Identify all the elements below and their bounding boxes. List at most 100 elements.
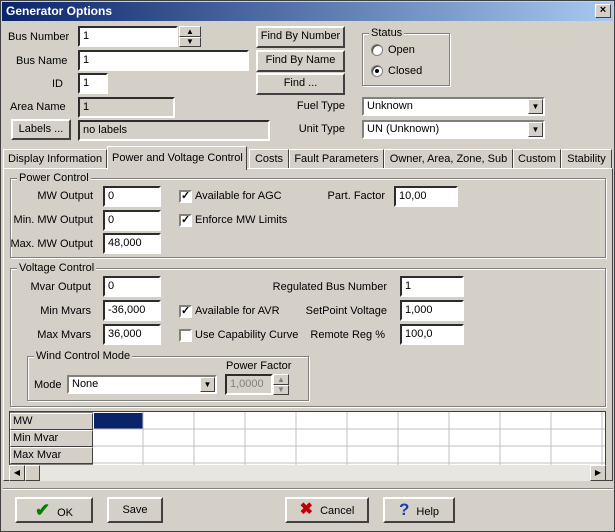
tab-custom[interactable]: Custom — [513, 149, 561, 169]
status-group: Status Open Closed — [362, 26, 450, 86]
ok-button-label: OK — [57, 507, 74, 519]
generator-options-window: Generator Options × Bus Number 1 ▲ ▼ Bus… — [0, 0, 615, 532]
find-by-name-button[interactable]: Find By Name — [256, 50, 345, 72]
find-button[interactable]: Find ... — [256, 73, 345, 95]
spin-down-icon[interactable]: ▼ — [179, 37, 201, 47]
wind-control-caption: Wind Control Mode — [34, 349, 133, 363]
unit-type-select[interactable]: UN (Unknown) ▼ — [362, 120, 545, 139]
grid-horizontal-scrollbar[interactable]: ◀ ▶ — [9, 465, 606, 481]
radio-selected-dot — [375, 69, 379, 73]
grid-row-header-min-mvar: Min Mvar — [10, 430, 93, 447]
tab-costs[interactable]: Costs — [249, 149, 289, 169]
min-mw-output-label: Min. MW Output — [13, 214, 93, 226]
max-mw-output-label: Max. MW Output — [10, 238, 93, 250]
min-mvars-label: Min Mvars — [40, 305, 91, 317]
tab-stability[interactable]: Stability — [561, 149, 612, 169]
wind-mode-value: None — [72, 378, 99, 390]
check-icon: ✔ — [34, 500, 51, 520]
grid-selected-cell[interactable] — [94, 413, 143, 429]
close-icon[interactable]: × — [595, 4, 611, 18]
mvar-output-label: Mvar Output — [30, 281, 91, 293]
wind-mode-select[interactable]: None ▼ — [67, 375, 217, 394]
use-capability-curve-checkbox[interactable] — [179, 329, 192, 342]
wind-mode-label: Mode — [34, 379, 62, 391]
tab-owner-area-zone-sub[interactable]: Owner, Area, Zone, Sub — [384, 149, 513, 169]
unit-type-label: Unit Type — [298, 123, 345, 135]
id-label: ID — [52, 78, 63, 90]
power-factor-spinner[interactable]: ▲ ▼ — [273, 374, 289, 395]
setpoint-voltage-input[interactable]: 1,000 — [400, 300, 464, 321]
title-bar: Generator Options × — [2, 2, 613, 21]
grid-row-header-mw: MW — [10, 413, 93, 430]
tab-fault-parameters[interactable]: Fault Parameters — [289, 149, 384, 169]
save-button[interactable]: Save — [107, 497, 163, 523]
scroll-right-icon[interactable]: ▶ — [590, 465, 606, 481]
available-for-avr-checkbox[interactable]: ✓ — [179, 305, 192, 318]
spin-up-icon[interactable]: ▲ — [179, 26, 201, 37]
voltage-control-caption: Voltage Control — [17, 261, 97, 275]
spin-up-icon[interactable]: ▲ — [273, 374, 289, 385]
cancel-button[interactable]: ✖ Cancel — [285, 497, 369, 523]
mw-output-label: MW Output — [37, 190, 93, 202]
unit-type-value: UN (Unknown) — [367, 123, 440, 135]
fuel-type-label: Fuel Type — [296, 100, 345, 112]
enforce-mw-limits-checkbox[interactable]: ✓ — [179, 214, 192, 227]
part-factor-input[interactable]: 10,00 — [394, 186, 458, 207]
bus-number-spinner[interactable]: ▲ ▼ — [179, 26, 201, 47]
mw-output-input[interactable]: 0 — [103, 186, 161, 207]
bus-name-input[interactable]: 1 — [78, 50, 249, 71]
grid-row-header-max-mvar: Max Mvar — [10, 447, 93, 464]
grid-lines — [93, 412, 605, 466]
bus-name-label: Bus Name — [16, 55, 68, 67]
footer-separator — [3, 488, 613, 489]
ok-button[interactable]: ✔ OK — [15, 497, 93, 523]
power-factor-input[interactable]: 1,0000 — [225, 374, 273, 395]
scroll-thumb[interactable] — [25, 465, 40, 481]
status-closed-radio[interactable] — [371, 65, 383, 77]
available-for-avr-label: Available for AVR — [195, 305, 280, 317]
question-icon: ? — [398, 500, 410, 519]
power-control-caption: Power Control — [17, 171, 91, 185]
chevron-down-icon[interactable]: ▼ — [200, 377, 215, 392]
fuel-type-select[interactable]: Unknown ▼ — [362, 97, 545, 116]
remote-reg-input[interactable]: 100,0 — [400, 324, 464, 345]
status-caption: Status — [369, 26, 405, 40]
regulated-bus-number-label: Regulated Bus Number — [272, 281, 387, 293]
find-by-number-button[interactable]: Find By Number — [256, 26, 345, 48]
grid-cell-area — [93, 412, 605, 466]
status-closed-label: Closed — [388, 65, 423, 77]
bus-number-label: Bus Number — [8, 31, 70, 43]
fuel-type-value: Unknown — [367, 100, 413, 112]
help-button[interactable]: ? Help — [383, 497, 455, 523]
tab-power-and-voltage-control[interactable]: Power and Voltage Control — [107, 146, 247, 170]
available-for-agc-label: Available for AGC — [195, 190, 282, 202]
max-mvars-input[interactable]: 36,000 — [103, 324, 161, 345]
window-title: Generator Options — [6, 4, 113, 18]
labels-button[interactable]: Labels ... — [11, 119, 71, 140]
min-mw-output-input[interactable]: 0 — [103, 210, 161, 231]
mvar-output-input[interactable]: 0 — [103, 276, 161, 297]
max-mw-output-input[interactable]: 48,000 — [103, 233, 161, 254]
status-open-label: Open — [388, 44, 415, 56]
chevron-down-icon[interactable]: ▼ — [528, 99, 543, 114]
scroll-left-icon[interactable]: ◀ — [9, 465, 25, 481]
area-name-label: Area Name — [10, 101, 66, 113]
x-icon: ✖ — [299, 501, 314, 518]
available-for-agc-checkbox[interactable]: ✓ — [179, 190, 192, 203]
id-input[interactable]: 1 — [78, 73, 108, 94]
status-open-radio[interactable] — [371, 44, 383, 56]
remote-reg-label: Remote Reg % — [310, 329, 385, 341]
min-mvars-input[interactable]: -36,000 — [103, 300, 161, 321]
cancel-button-label: Cancel — [320, 505, 355, 517]
max-mvars-label: Max Mvars — [37, 329, 91, 341]
help-button-label: Help — [416, 506, 440, 518]
setpoint-voltage-label: SetPoint Voltage — [305, 305, 387, 317]
labels-field: no labels — [78, 120, 270, 141]
power-factor-label: Power Factor — [226, 360, 292, 372]
spin-down-icon[interactable]: ▼ — [273, 385, 289, 395]
regulated-bus-number-input[interactable]: 1 — [400, 276, 464, 297]
chevron-down-icon[interactable]: ▼ — [528, 122, 543, 137]
tab-display-information[interactable]: Display Information — [3, 149, 107, 169]
bus-number-input[interactable]: 1 — [78, 26, 178, 47]
use-capability-curve-label: Use Capability Curve — [195, 329, 299, 341]
